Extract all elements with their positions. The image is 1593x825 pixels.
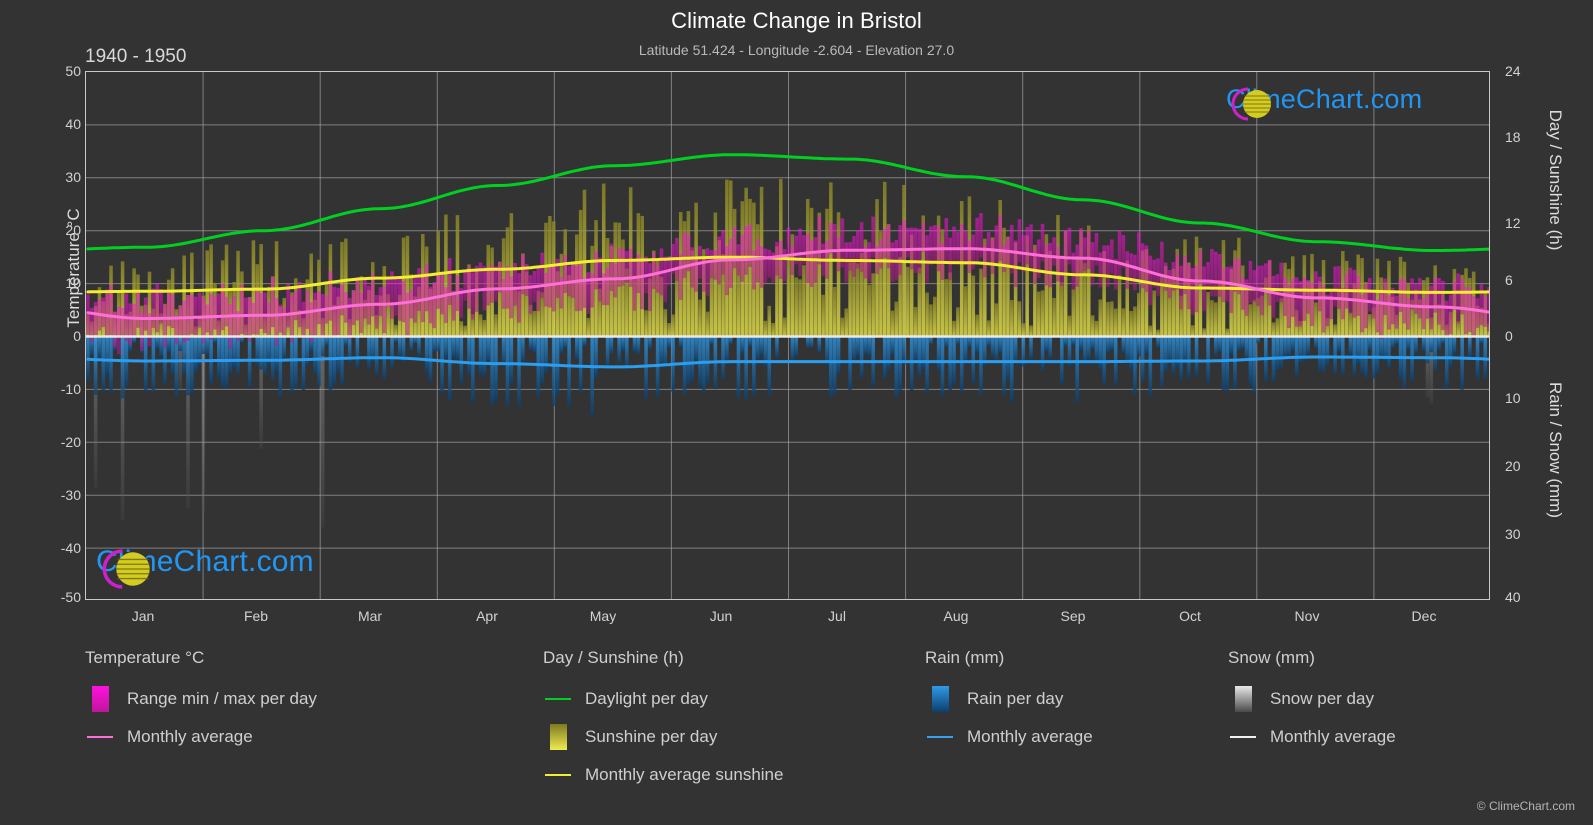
page-title: Climate Change in Bristol <box>671 8 922 33</box>
x-tick-jan: Jan <box>131 608 155 624</box>
legend-item-rain-average[interactable]: Monthly average <box>925 718 1225 756</box>
temperature-range-swatch-icon <box>85 686 115 712</box>
y-tick-right-top: 6 <box>1505 272 1513 288</box>
y-tick-right-bottom: 30 <box>1505 526 1521 542</box>
watermark-bottom: ClimeChart.com <box>96 545 314 589</box>
legend-title: Day / Sunshine (h) <box>543 648 684 667</box>
climechart-logo-icon <box>102 549 150 589</box>
legend-item-label: Snow per day <box>1270 689 1374 708</box>
chart-legend: Temperature °C Range min / max per day M… <box>0 648 1593 798</box>
legend-title: Snow (mm) <box>1228 648 1315 667</box>
y-tick-right-bottom: 40 <box>1505 589 1521 605</box>
temperature-average-line-icon <box>85 724 115 750</box>
y-tick-right-top: 0 <box>1505 328 1513 344</box>
watermark-top: ClimeChart.com <box>1226 84 1422 121</box>
legend-item-daylight[interactable]: Daylight per day <box>543 680 923 718</box>
sunshine-average-line-icon <box>543 762 573 788</box>
sunshine-swatch-icon <box>543 724 573 750</box>
x-tick-jul: Jul <box>828 608 846 624</box>
x-tick-feb: Feb <box>243 608 269 624</box>
rain-average-line-icon <box>925 724 955 750</box>
y-tick-right-bottom: 20 <box>1505 458 1521 474</box>
legend-title: Temperature °C <box>85 648 205 667</box>
legend-item-label: Rain per day <box>967 689 1064 708</box>
legend-item-rain[interactable]: Rain per day <box>925 680 1225 718</box>
legend-title: Rain (mm) <box>925 648 1005 667</box>
legend-column-day-sunshine: Day / Sunshine (h) Daylight per day Suns… <box>543 648 923 794</box>
legend-item-temperature-average[interactable]: Monthly average <box>85 718 525 756</box>
y-axis-right-top-label: Day / Sunshine (h) <box>1546 109 1565 251</box>
y-tick-left: -30 <box>60 487 81 503</box>
x-tick-oct: Oct <box>1179 608 1201 624</box>
legend-item-label: Range min / max per day <box>127 689 317 708</box>
legend-item-label: Daylight per day <box>585 689 708 708</box>
legend-column-temperature: Temperature °C Range min / max per day M… <box>85 648 525 756</box>
y-tick-right-bottom: 10 <box>1505 390 1521 406</box>
daylight-line-icon <box>543 686 573 712</box>
y-tick-right-top: 18 <box>1505 129 1521 145</box>
legend-column-snow: Snow (mm) Snow per day Monthly average <box>1228 648 1528 756</box>
snow-average-line-icon <box>1228 724 1258 750</box>
legend-item-label: Monthly average <box>1270 727 1396 746</box>
copyright-notice: © ClimeChart.com <box>1476 799 1575 813</box>
rain-daily-bars <box>86 336 1487 416</box>
x-tick-dec: Dec <box>1411 608 1437 624</box>
y-tick-left: -40 <box>60 540 81 556</box>
y-tick-right-top: 24 <box>1505 63 1521 79</box>
climate-chart-page: Climate Change in Bristol Latitude 51.42… <box>0 0 1593 825</box>
legend-item-snow[interactable]: Snow per day <box>1228 680 1528 718</box>
x-tick-aug: Aug <box>943 608 969 624</box>
x-tick-apr: Apr <box>476 608 498 624</box>
legend-item-sunshine-average[interactable]: Monthly average sunshine <box>543 756 923 794</box>
legend-item-label: Monthly average <box>967 727 1093 746</box>
y-tick-right-top: 12 <box>1505 215 1521 231</box>
legend-item-label: Monthly average sunshine <box>585 765 784 784</box>
y-axis-left-label: Temperature °C <box>64 208 83 328</box>
y-tick-left: -20 <box>60 434 81 450</box>
x-tick-jun: Jun <box>709 608 733 624</box>
x-tick-mar: Mar <box>357 608 383 624</box>
x-tick-sep: Sep <box>1060 608 1086 624</box>
rain-swatch-icon <box>925 686 955 712</box>
legend-item-sunshine[interactable]: Sunshine per day <box>543 718 923 756</box>
period-label: 1940 - 1950 <box>85 46 187 67</box>
chart-plot-area[interactable]: ClimeChart.com ClimeChart.com <box>85 71 1490 600</box>
x-tick-nov: Nov <box>1294 608 1320 624</box>
y-tick-left: 0 <box>73 328 81 344</box>
y-tick-left: 30 <box>65 169 81 185</box>
legend-column-rain: Rain (mm) Rain per day Monthly average <box>925 648 1225 756</box>
chart-canvas <box>86 72 1489 599</box>
y-tick-left: 10 <box>65 275 81 291</box>
snow-swatch-icon <box>1228 686 1258 712</box>
legend-item-label: Monthly average <box>127 727 253 746</box>
page-subtitle: Latitude 51.424 - Longitude -2.604 - Ele… <box>638 42 955 58</box>
y-tick-left: 40 <box>65 116 81 132</box>
legend-item-label: Sunshine per day <box>585 727 718 746</box>
y-tick-left: 50 <box>65 63 81 79</box>
y-tick-left: -10 <box>60 381 81 397</box>
climechart-logo-icon <box>1231 87 1271 121</box>
y-tick-left: 20 <box>65 222 81 238</box>
x-tick-may: May <box>589 608 617 624</box>
legend-item-snow-average[interactable]: Monthly average <box>1228 718 1528 756</box>
legend-item-temperature-range[interactable]: Range min / max per day <box>85 680 525 718</box>
y-tick-left: -50 <box>60 589 81 605</box>
